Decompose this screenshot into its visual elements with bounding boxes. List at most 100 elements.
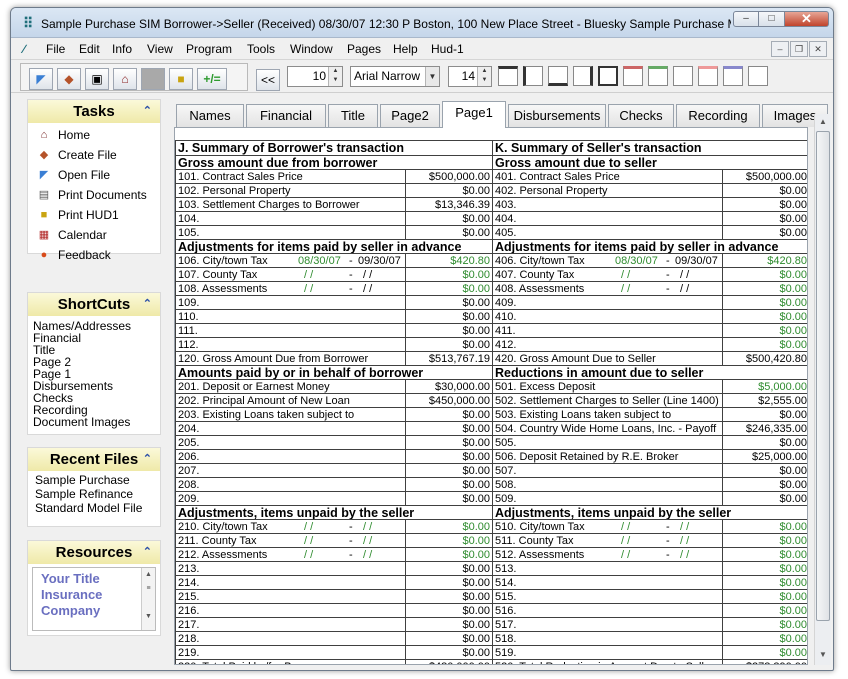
line-amount[interactable]: $0.00 [404,491,494,506]
border-plain-icon[interactable] [748,66,768,86]
date-from-field[interactable]: / / [621,283,630,295]
line-amount[interactable]: $0.00 [721,463,807,478]
date-to-field[interactable]: / / [680,535,689,547]
line-description[interactable]: 110. [175,309,406,324]
line-amount[interactable]: $0.00 [404,617,494,632]
menu-pages[interactable]: Pages [347,42,381,56]
date-from-field[interactable]: / / [621,269,630,281]
line-amount[interactable]: $0.00 [404,603,494,618]
line-amount[interactable]: $0.00 [404,183,494,198]
line-description[interactable]: 518. [492,631,723,646]
task-print-documents[interactable]: ▤ Print Documents [28,185,160,205]
chevron-down-icon[interactable]: ▼ [425,67,439,86]
scroll-down-icon[interactable]: ▼ [815,647,831,663]
border-top-icon[interactable] [498,66,518,86]
scroll-thumb[interactable] [816,131,830,621]
date-to-field[interactable]: / / [680,283,689,295]
line-description[interactable]: 514. [492,575,723,590]
line-amount[interactable]: $246,335.00 [721,421,807,436]
line-amount[interactable]: $0.00 [404,211,494,226]
line-amount[interactable]: $0.00 [721,309,807,324]
line-amount[interactable]: $513,767.19 [404,351,494,366]
line-amount[interactable]: $0.00 [404,547,494,562]
line-amount[interactable]: $0.00 [721,645,807,660]
minimize-icon[interactable]: – [733,11,759,27]
line-amount[interactable]: $0.00 [404,323,494,338]
line-description[interactable]: 403. [492,197,723,212]
line-amount[interactable]: $0.00 [404,421,494,436]
line-description[interactable]: 517. [492,617,723,632]
note-icon[interactable]: ■ [169,68,193,90]
line-amount[interactable]: $0.00 [721,407,807,422]
line-amount[interactable]: $0.00 [404,645,494,660]
line-description[interactable]: 404. [492,211,723,226]
line-description[interactable]: 507. [492,463,723,478]
line-description[interactable]: 402. Personal Property [492,183,723,198]
line-description[interactable]: 406. City/town Tax 08/30/07-09/30/07 [492,253,723,268]
line-amount[interactable]: $30,000.00 [404,379,494,394]
menu-tools[interactable]: Tools [247,42,275,56]
close-icon[interactable]: ✕ [785,11,829,27]
line-amount[interactable]: $25,000.00 [721,449,807,464]
line-amount[interactable]: $0.00 [721,477,807,492]
create-file-icon[interactable]: ◆ [57,68,81,90]
date-to-field[interactable]: 09/30/07 [358,255,401,267]
resources-header[interactable]: Resources ⌃ [28,541,160,564]
line-amount[interactable]: $0.00 [404,477,494,492]
line-description[interactable]: 405. [492,225,723,240]
date-to-field[interactable]: / / [363,269,372,281]
tab-names[interactable]: Names [176,104,244,127]
border-left-icon[interactable] [523,66,543,86]
calculate-icon[interactable]: +/= [197,68,227,90]
border-right-icon[interactable] [573,66,593,86]
date-from-field[interactable]: / / [304,535,313,547]
line-description[interactable]: 519. [492,645,723,660]
line-amount[interactable]: $0.00 [721,225,807,240]
maximize-icon[interactable]: □ [759,11,785,27]
date-to-field[interactable]: / / [363,549,372,561]
line-description[interactable]: 216. [175,603,406,618]
home-icon[interactable]: ⌂ [113,68,137,90]
line-description[interactable]: 209. [175,491,406,506]
line-amount[interactable]: $5,000.00 [721,379,807,394]
line-description[interactable]: 210. City/town Tax / / - / / [175,519,406,534]
line-amount[interactable]: $0.00 [404,281,494,296]
line-amount[interactable]: $0.00 [404,337,494,352]
line-description[interactable]: 218. [175,631,406,646]
line-amount[interactable]: $0.00 [404,267,494,282]
collapse-icon[interactable]: ⌃ [143,541,152,564]
border-none-icon[interactable] [673,66,693,86]
line-amount[interactable]: $500,000.00 [404,169,494,184]
recent-file-item[interactable]: Sample Refinance [30,487,160,501]
resources-scrollbar[interactable]: ▲ ≡ ▼ [141,568,155,630]
line-description[interactable]: 512. Assessments / / - / / [492,547,723,562]
date-from-field[interactable]: / / [304,269,313,281]
date-from-field[interactable]: / / [621,521,630,533]
collapse-icon[interactable]: ⌃ [143,293,152,316]
line-description[interactable]: 515. [492,589,723,604]
date-to-field[interactable]: / / [680,521,689,533]
line-amount[interactable]: $0.00 [404,309,494,324]
line-amount[interactable]: $0.00 [721,547,807,562]
line-description[interactable]: 109. [175,295,406,310]
line-amount[interactable]: $0.00 [721,519,807,534]
line-description[interactable]: 407. County Tax / / - / / [492,267,723,282]
date-from-field[interactable]: / / [621,549,630,561]
line-description[interactable]: 111. [175,323,406,338]
line-description[interactable]: 205. [175,435,406,450]
shortcut-item[interactable]: Document Images [28,416,160,428]
border-pink-icon[interactable] [698,66,718,86]
border-green-icon[interactable] [648,66,668,86]
spin-arrows-icon[interactable]: ▲ ▼ [328,67,342,86]
line-amount[interactable]: $0.00 [721,603,807,618]
line-amount[interactable]: $450,000.00 [404,393,494,408]
line-description[interactable]: 412. [492,337,723,352]
menu-view[interactable]: View [147,42,173,56]
task-create-file[interactable]: ◆ Create File [28,145,160,165]
title-bar[interactable]: ⠿ Sample Purchase SIM Borrower->Seller (… [11,8,833,38]
line-amount[interactable]: $0.00 [721,281,807,296]
border-bottom-icon[interactable] [548,66,568,86]
recent-file-item[interactable]: Standard Model File [30,501,160,515]
menu-file[interactable]: File [46,42,65,56]
collapse-icon[interactable]: ⌃ [143,448,152,471]
